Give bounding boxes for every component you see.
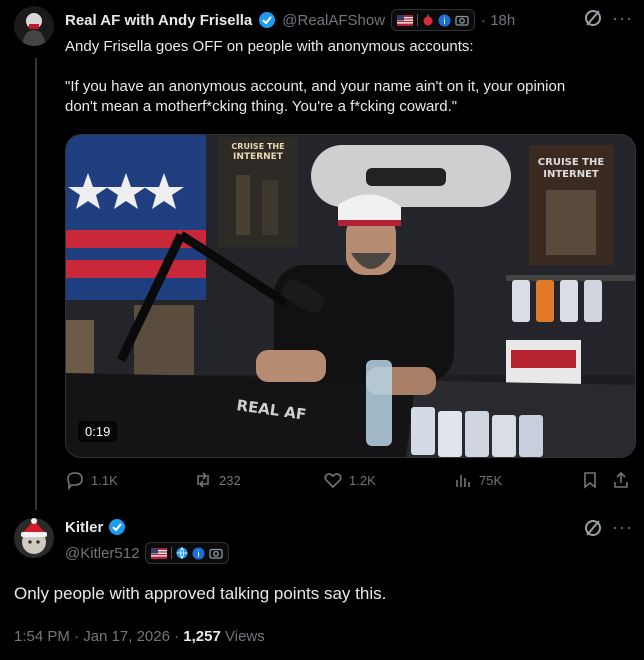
thread-connector: [35, 58, 37, 510]
like-button[interactable]: 1.2K: [323, 470, 376, 490]
globe-icon: [176, 547, 188, 559]
water-bottle: [366, 360, 392, 446]
us-flag-icon: [397, 14, 414, 26]
svg-text:INTERNET: INTERNET: [233, 152, 284, 162]
heart-icon: [324, 473, 342, 489]
grok-icon[interactable]: [583, 8, 603, 33]
svg-text:i: i: [198, 550, 201, 560]
reply-icon: [67, 472, 83, 490]
affiliate-badges: i: [391, 9, 476, 31]
avatar[interactable]: [14, 518, 54, 558]
tweet-actions: 1.1K 232 1.2K 75K: [0, 470, 644, 494]
views-button[interactable]: 75K: [453, 470, 502, 490]
repost-icon: [197, 472, 209, 488]
flag-panel: [66, 135, 206, 300]
reply-header: Kitler: [65, 518, 126, 536]
reply-meta: 1:54 PM · Jan 17, 2026 · 1,257 Views: [14, 628, 265, 645]
verified-badge-icon: [108, 518, 126, 536]
reply-count: 1.1K: [91, 472, 118, 488]
tweet-header: Real AF with Andy Frisella @RealAFShow i…: [65, 9, 515, 31]
verified-badge-icon: [258, 11, 276, 29]
badge-separator: [171, 547, 173, 559]
camera-icon: [455, 15, 469, 26]
info-icon: i: [438, 14, 451, 27]
apple-icon: [423, 14, 433, 26]
movie-poster: CRUISE THE INTERNET: [529, 145, 614, 265]
tweet-time[interactable]: · 18h: [481, 12, 515, 29]
svg-text:CRUISE THE: CRUISE THE: [538, 157, 605, 168]
tweet-quote-line: "If you have an anonymous account, and y…: [65, 78, 566, 95]
author-handle[interactable]: @RealAFShow: [282, 12, 385, 29]
share-button[interactable]: [611, 470, 631, 490]
video-player[interactable]: CRUISE THE INTERNET CRUISE THE INTERNET: [65, 134, 636, 458]
affiliate-badges: i: [145, 542, 230, 564]
video-duration: 0:19: [78, 421, 118, 442]
reply-views-count: 1,257: [183, 628, 221, 645]
more-options-icon[interactable]: ···: [612, 8, 633, 29]
us-flag-icon: [151, 547, 168, 559]
svg-text:i: i: [443, 17, 446, 27]
author-name[interactable]: Real AF with Andy Frisella: [65, 12, 252, 29]
like-count: 1.2K: [349, 472, 376, 488]
bookmark-icon: [584, 472, 596, 489]
analytics-icon: [456, 475, 470, 487]
tweet-quote-line: don't mean a motherf*cking thing. You're…: [65, 98, 458, 115]
reply-button[interactable]: 1.1K: [65, 470, 118, 490]
camera-icon: [209, 548, 224, 559]
reply-handle-row: @Kitler512 i: [65, 542, 230, 564]
video-frame: CRUISE THE INTERNET CRUISE THE INTERNET: [66, 135, 635, 457]
share-icon: [614, 471, 628, 488]
repost-button[interactable]: 232: [193, 470, 241, 490]
tweet-text-line: Andy Frisella goes OFF on people with an…: [65, 38, 474, 55]
avatar[interactable]: [14, 6, 54, 46]
grok-icon[interactable]: [583, 518, 603, 543]
movie-poster: CRUISE THE INTERNET: [218, 137, 298, 247]
views-count: 75K: [479, 472, 503, 488]
repost-count: 232: [219, 472, 241, 488]
author-name[interactable]: Kitler: [65, 519, 103, 536]
more-options-icon[interactable]: ···: [612, 517, 633, 538]
badge-separator: [417, 14, 419, 26]
movie-poster: [66, 320, 94, 380]
author-handle[interactable]: @Kitler512: [65, 545, 139, 562]
reply-text: Only people with approved talking points…: [14, 584, 387, 603]
reply-timestamp[interactable]: 1:54 PM · Jan 17, 2026 ·: [14, 628, 179, 645]
bookmark-button[interactable]: [580, 470, 600, 490]
svg-text:INTERNET: INTERNET: [543, 169, 599, 180]
reply-views-label: Views: [225, 628, 265, 645]
tweet-text: Andy Frisella goes OFF on people with an…: [65, 37, 625, 117]
info-icon: i: [192, 547, 205, 560]
svg-text:CRUISE THE: CRUISE THE: [231, 142, 284, 151]
skateboard-decor: [311, 145, 511, 207]
